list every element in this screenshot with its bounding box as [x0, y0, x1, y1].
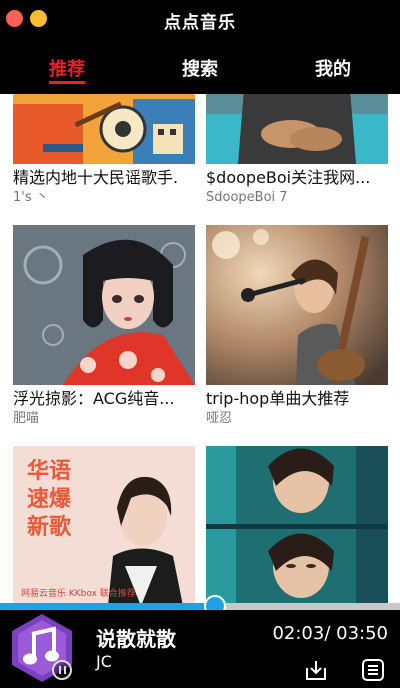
playlist-title: $doopeBoi关注我网... [206, 168, 371, 187]
playlist-cover-folk [13, 94, 195, 164]
playlist-creator: 肥喵 [13, 411, 40, 426]
cover-text-line: 华语 [27, 459, 72, 484]
playlist-card[interactable] [206, 446, 388, 604]
title-bar: 点点音乐 [0, 0, 400, 40]
pause-icon[interactable] [52, 660, 72, 680]
playlist-cover-chinese-pop: 华语 速爆 新歌 网易云音乐 KKbox 联合推荐 [13, 446, 195, 604]
song-title: 说散就散 [96, 627, 176, 651]
playlist-card[interactable]: $doopeBoi关注我网... SdoopeBoi 7 [206, 94, 388, 207]
progress-fill [0, 603, 214, 610]
playlist-cover-hiphop [206, 94, 388, 164]
tab-mine[interactable]: 我的 [315, 55, 351, 81]
playlist-cover-acg [13, 225, 195, 385]
playlist-creator: 1's 丶 [13, 190, 49, 205]
music-app: 点点音乐 推荐 搜索 我的 精选内地十大民谣歌手. 1's 丶 $doopeBo… [0, 0, 400, 688]
playlist-title: 浮光掠影：ACG纯音... [13, 389, 175, 408]
window-title: 点点音乐 [164, 13, 236, 33]
now-playing-cover[interactable] [10, 612, 74, 684]
playlist-creator: 哑忍 [206, 411, 233, 426]
tab-search[interactable]: 搜索 [182, 55, 218, 81]
tab-recommend[interactable]: 推荐 [49, 55, 85, 81]
playback-time: 02:03/ 03:50 [272, 623, 388, 644]
cover-text-line: 新歌 [27, 515, 72, 540]
song-artist: JC [96, 652, 112, 671]
playlist-title: trip-hop单曲大推荐 [206, 389, 350, 408]
playlist-card[interactable]: 华语 速爆 新歌 网易云音乐 KKbox 联合推荐 [13, 446, 195, 604]
playlist-queue-icon[interactable] [361, 658, 385, 682]
playlist-grid: 精选内地十大民谣歌手. 1's 丶 $doopeBoi关注我网... Sdoop… [0, 94, 400, 604]
playlist-cover-portrait [206, 446, 388, 604]
cover-text-line: 速爆 [27, 487, 72, 512]
playlist-creator: SdoopeBoi 7 [206, 190, 288, 205]
now-playing-bar: 说散就散 JC 02:03/ 03:50 [0, 610, 400, 688]
active-tab-indicator [49, 81, 85, 84]
playback-progress-bar[interactable] [0, 595, 400, 617]
cover-footer: 网易云音乐 KKbox 联合推荐 [21, 589, 136, 599]
tab-bar: 推荐 搜索 我的 [0, 40, 400, 94]
playlist-card[interactable]: 浮光掠影：ACG纯音... 肥喵 [13, 225, 195, 428]
playlist-title: 精选内地十大民谣歌手. [13, 168, 179, 187]
playlist-card[interactable]: 精选内地十大民谣歌手. 1's 丶 [13, 94, 195, 207]
download-icon[interactable] [304, 658, 328, 682]
playlist-card[interactable]: trip-hop单曲大推荐 哑忍 [206, 225, 388, 428]
playlist-cover-triphop [206, 225, 388, 385]
